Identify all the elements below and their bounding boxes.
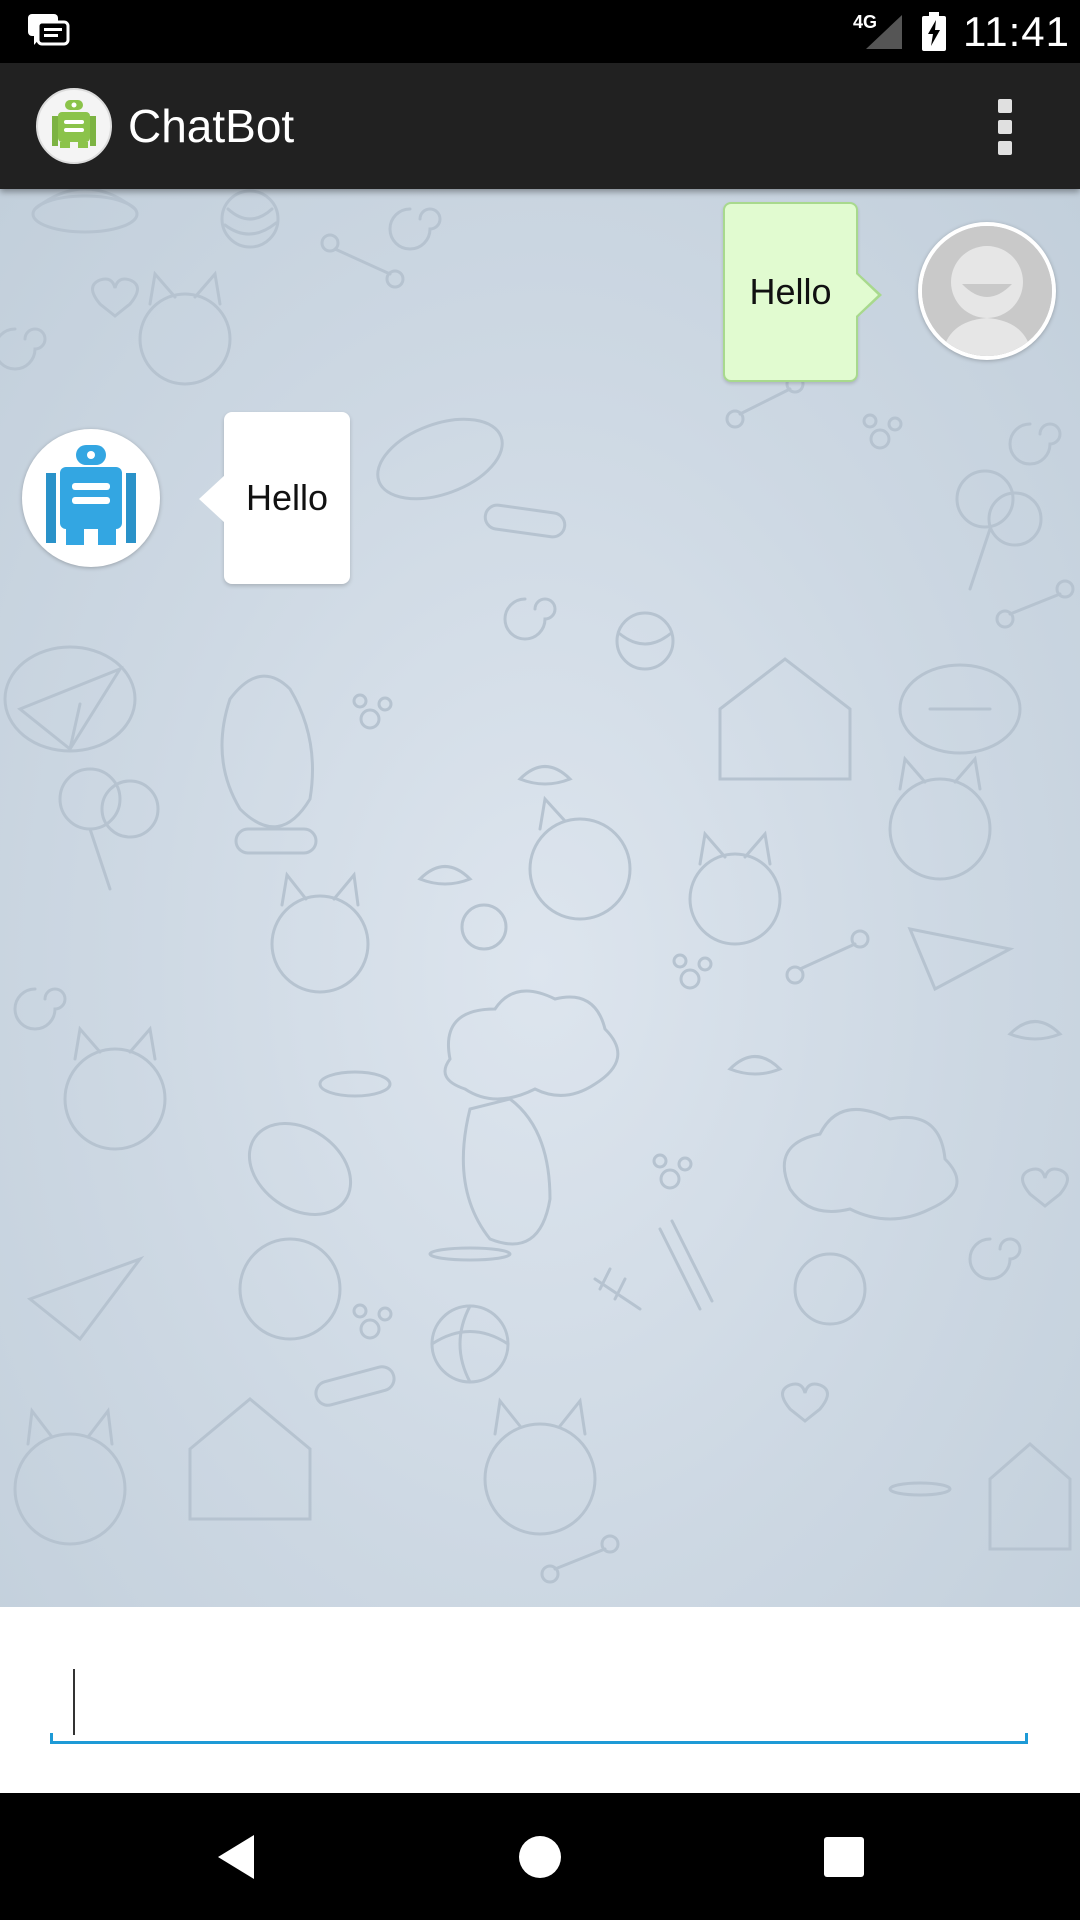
clock: 11:41: [963, 8, 1070, 55]
bot-message-bubble[interactable]: Hello: [199, 412, 350, 584]
robot-icon: [52, 100, 96, 148]
message-input-panel: [0, 1607, 1080, 1793]
user-avatar-icon: [922, 226, 1052, 356]
home-icon[interactable]: [504, 1821, 576, 1893]
status-bar: 4G 11:41: [0, 0, 1080, 63]
bot-avatar: [22, 429, 160, 567]
app-toolbar: ChatBot: [0, 63, 1080, 189]
overflow-menu-icon: [998, 99, 1012, 113]
bot-message-text: Hello: [245, 477, 329, 518]
user-message-text: Hello: [749, 271, 832, 312]
user-message-bubble[interactable]: Hello: [723, 202, 882, 382]
input-underline: [50, 1741, 1028, 1744]
overflow-menu-button[interactable]: [990, 97, 1020, 157]
signal-icon: [866, 15, 902, 49]
recents-icon[interactable]: [808, 1821, 880, 1893]
navigation-bar: [0, 1793, 1080, 1920]
app-icon: [36, 88, 112, 164]
message-input[interactable]: [50, 1667, 1030, 1747]
doodle-background: [0, 189, 1075, 1584]
back-icon[interactable]: [200, 1821, 272, 1893]
chat-notification-icon: [28, 14, 70, 46]
chat-area[interactable]: Hello Hello: [0, 189, 1080, 1607]
battery-charging-icon: [922, 12, 946, 51]
text-cursor: [73, 1669, 75, 1735]
app-title: ChatBot: [128, 100, 295, 152]
user-avatar: [918, 222, 1056, 360]
robot-avatar-icon: [26, 433, 156, 563]
